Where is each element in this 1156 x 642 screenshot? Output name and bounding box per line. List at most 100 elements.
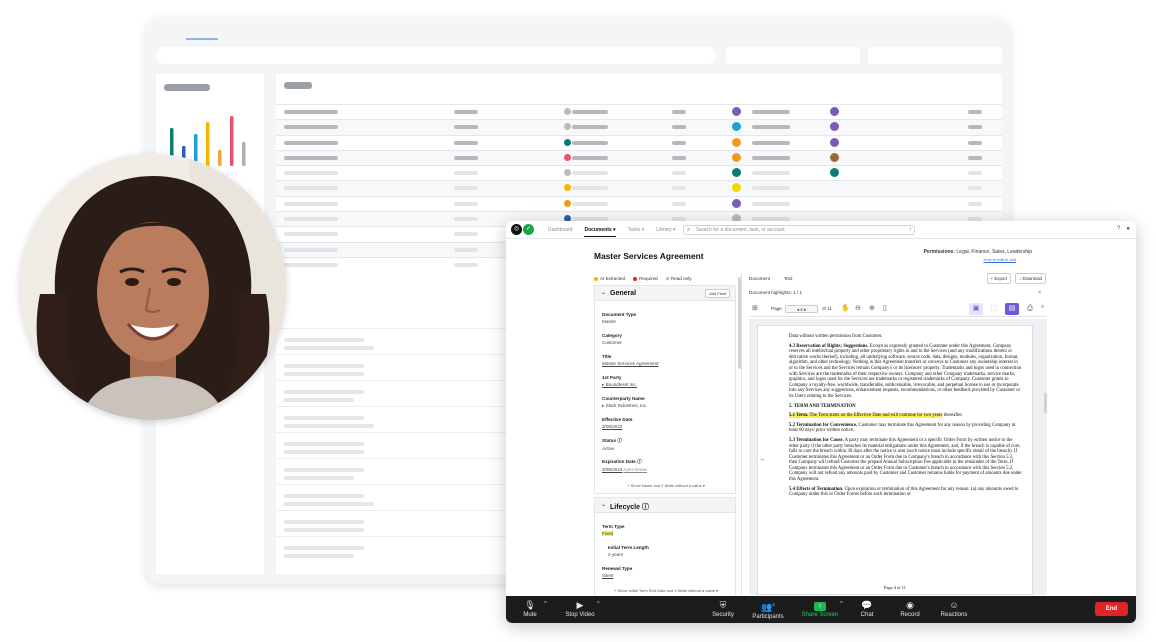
- zoom-in-icon[interactable]: ⊕: [869, 304, 875, 312]
- record-button[interactable]: ◉ Record: [897, 599, 923, 618]
- export-button[interactable]: + Export: [986, 273, 1012, 284]
- document-viewer[interactable]: Data without written permission from Cus…: [749, 319, 1047, 595]
- bg-table-row: [276, 104, 1002, 119]
- bg-placeholder: [284, 390, 364, 394]
- document-highlights: Document highlights: 1 / 1: [749, 290, 803, 295]
- app-logo-icon[interactable]: ◎: [511, 224, 522, 235]
- bg-placeholder: [752, 125, 790, 130]
- chat-button[interactable]: 💬 Chat: [856, 599, 878, 618]
- bg-placeholder: [284, 155, 338, 160]
- grid-icon[interactable]: ⊞: [752, 304, 758, 312]
- zoom-out-icon[interactable]: ⊖: [855, 304, 861, 312]
- bg-placeholder: [672, 110, 686, 114]
- bg-status-dot: [732, 168, 741, 178]
- bg-status-dot: [732, 152, 741, 162]
- comment-icon[interactable]: ▣: [969, 303, 983, 315]
- page-label: Page: [771, 306, 782, 311]
- document-icon[interactable]: ▤: [1005, 303, 1019, 315]
- nav-library[interactable]: Library ▾: [656, 227, 675, 237]
- field-label: Initial Term Length: [608, 545, 649, 550]
- add-field-button[interactable]: Add Field: [705, 289, 730, 298]
- contract-app-window: ◎ ✓ Dashboard Documents ▾ Tasks ▾ Librar…: [506, 221, 1136, 623]
- field-initial-term[interactable]: Initial Term Length 2 years: [608, 545, 649, 557]
- bg-placeholder: [572, 125, 608, 130]
- bg-placeholder: [164, 84, 210, 91]
- end-meeting-button[interactable]: End: [1095, 602, 1128, 616]
- chevron-up-icon[interactable]: ^: [597, 601, 600, 607]
- contract-paragraph-highlighted: 5.1 Term. The Term starts on the Effecti…: [789, 413, 1022, 419]
- bg-table-row: [276, 134, 1002, 150]
- chevron-down-icon: ⌄: [601, 502, 607, 508]
- permissions-edit-link[interactable]: How to edit/or add: [984, 257, 1016, 262]
- show-more-general[interactable]: + Show Name and 2 fields without a value…: [595, 483, 737, 488]
- hand-icon[interactable]: ✋: [841, 304, 850, 312]
- bg-placeholder: [968, 186, 982, 191]
- bg-placeholder: [284, 398, 354, 402]
- field-effective-date[interactable]: Effective Date 3/08/2022: [602, 417, 632, 429]
- download-button[interactable]: ↓ Download: [1015, 273, 1046, 284]
- section-lifecycle: ⌄ Lifecycle ⓘ Term Type Fixed Initial Ter…: [594, 497, 736, 597]
- bg-bar: [218, 150, 222, 166]
- print-icon[interactable]: ⎙: [1023, 303, 1037, 315]
- bg-status-dot: [564, 123, 571, 131]
- contract-paragraph: 5.2 Termination for Convenience. Custome…: [789, 423, 1022, 434]
- nav-dashboard[interactable]: Dashboard: [548, 227, 572, 237]
- bg-placeholder: [284, 416, 364, 420]
- field-category[interactable]: Category Customer: [602, 333, 622, 345]
- field-counterparty[interactable]: Counterparty Name ▸ Stark Industries, Inc…: [602, 396, 647, 409]
- bg-placeholder: [752, 140, 790, 145]
- chat-icon: 💬: [861, 600, 873, 610]
- chevron-up-icon[interactable]: ^: [840, 601, 843, 607]
- reactions-button[interactable]: ☺ Reactions: [936, 599, 972, 618]
- help-icon[interactable]: ?: [1117, 226, 1120, 232]
- chevron-up-icon[interactable]: ^: [544, 601, 547, 607]
- bg-placeholder: [968, 171, 982, 176]
- page-input[interactable]: ◂ 4 ▸: [785, 305, 818, 313]
- bg-placeholder: [572, 171, 608, 176]
- close-icon[interactable]: ×: [1038, 290, 1041, 296]
- user-icon[interactable]: ●: [1126, 226, 1130, 232]
- bg-placeholder: [284, 110, 338, 114]
- share-screen-button[interactable]: ↑ Share Screen: [798, 599, 842, 618]
- participants-button[interactable]: 👥2 Participants: [748, 599, 788, 620]
- legend-ai-label: AI Extracted: [600, 276, 626, 281]
- mute-button[interactable]: 🎙 Mute: [520, 599, 540, 618]
- stop-video-button[interactable]: ▶ Stop Video: [560, 599, 600, 618]
- participants-icon: 👥2: [761, 602, 775, 612]
- fit-page-icon[interactable]: ▯: [883, 304, 887, 312]
- field-status[interactable]: Status ⓘ Active: [602, 438, 622, 451]
- bg-status-dot: [830, 168, 839, 178]
- crop-icon[interactable]: ⬚: [987, 303, 1001, 315]
- legend-readonly: ⊙ Read only: [666, 276, 692, 282]
- bg-placeholder: [454, 201, 478, 206]
- field-expiration-date[interactable]: Expiration Date ⓘ 3/09/2024 Auto-renew: [602, 459, 647, 472]
- reactions-label: Reactions: [940, 612, 968, 618]
- field-label: Counterparty Name: [602, 396, 645, 401]
- section-lifecycle-header[interactable]: ⌄ Lifecycle ⓘ: [595, 498, 735, 513]
- bg-placeholder: [672, 171, 686, 176]
- viewer-scrollbar[interactable]: [1044, 393, 1047, 413]
- bg-status-dot: [564, 153, 571, 161]
- tab-text[interactable]: Text: [784, 276, 792, 281]
- bg-placeholder: [454, 262, 478, 267]
- bg-placeholder: [454, 217, 478, 222]
- show-more-lifecycle[interactable]: + Show Initial Term End Date and 4 field…: [595, 588, 737, 593]
- security-button[interactable]: ⛨ Security: [708, 599, 738, 618]
- shield-logo-icon[interactable]: ✓: [523, 224, 534, 235]
- field-title[interactable]: Title Master Services Agreement: [602, 354, 658, 366]
- auto-renew-link[interactable]: Auto-renew: [623, 467, 647, 472]
- field-first-party[interactable]: 1st Party ▸ Boundlesst Inc.: [602, 375, 637, 388]
- tab-document[interactable]: Document: [749, 276, 770, 281]
- bg-placeholder: [284, 247, 338, 252]
- nav-documents[interactable]: Documents ▾: [584, 227, 616, 237]
- bg-placeholder: [454, 110, 478, 114]
- search-input[interactable]: ⌕ Search for a document, task, or accoun…: [683, 225, 915, 235]
- search-icon[interactable]: ⌕: [1041, 304, 1044, 311]
- field-label: Expiration Date ⓘ: [602, 459, 642, 464]
- field-term-type[interactable]: Term Type Fixed: [602, 524, 625, 537]
- field-label: Status ⓘ: [602, 438, 622, 443]
- section-general-header[interactable]: ⌄ General Add Field: [595, 286, 735, 301]
- nav-tasks[interactable]: Tasks ▾: [628, 227, 645, 237]
- field-renewal-type[interactable]: Renewal Type Silent: [602, 566, 632, 578]
- field-document-type[interactable]: Document Type Master: [602, 312, 636, 324]
